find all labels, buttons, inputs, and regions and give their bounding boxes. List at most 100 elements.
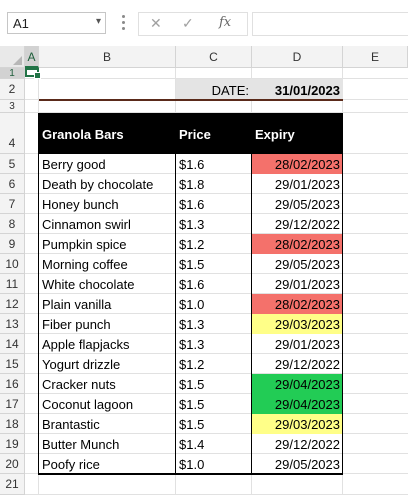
product-name-cell[interactable]: Yogurt drizzle <box>39 354 176 374</box>
product-name-cell-text: Berry good <box>42 157 106 172</box>
product-expiry-cell[interactable]: 29/03/2023 <box>252 314 343 334</box>
product-expiry-cell[interactable]: 29/05/2023 <box>252 254 343 274</box>
row-header-10[interactable]: 10 <box>0 254 25 274</box>
formula-input[interactable] <box>252 12 408 36</box>
product-expiry-cell-text: 29/12/2022 <box>274 357 340 372</box>
product-name-cell[interactable]: Cracker nuts <box>39 374 176 394</box>
product-expiry-cell[interactable]: 29/05/2023 <box>252 194 343 214</box>
header-price[interactable]: Price <box>176 113 252 154</box>
row-header-1[interactable]: 1 <box>0 68 25 79</box>
row-header-20[interactable]: 20 <box>0 454 25 474</box>
product-price-cell[interactable]: $1.5 <box>176 374 252 394</box>
product-name-cell[interactable]: Cinnamon swirl <box>39 214 176 234</box>
row-header-11[interactable]: 11 <box>0 274 25 294</box>
row-header-12[interactable]: 12 <box>0 294 25 314</box>
row-header-2[interactable]: 2 <box>0 79 25 100</box>
product-price-cell[interactable]: $1.2 <box>176 234 252 254</box>
product-price-cell-text: $1.6 <box>179 157 205 172</box>
product-price-cell[interactable]: $1.5 <box>176 394 252 414</box>
row-header-3[interactable]: 3 <box>0 100 25 113</box>
row-header-15[interactable]: 15 <box>0 354 25 374</box>
column-header-d[interactable]: D <box>252 46 343 68</box>
product-price-cell[interactable]: $1.6 <box>176 194 252 214</box>
column-header-b[interactable]: B <box>39 46 176 68</box>
date-label-cell[interactable]: DATE: <box>176 79 252 100</box>
product-price-cell[interactable]: $1.6 <box>176 154 252 174</box>
product-expiry-cell[interactable]: 29/12/2022 <box>252 214 343 234</box>
column-header-a[interactable]: A <box>25 46 39 68</box>
formula-buttons: ✕ ✓ fx <box>138 12 248 36</box>
product-name-cell[interactable]: White chocolate <box>39 274 176 294</box>
row-header-5[interactable]: 5 <box>0 154 25 174</box>
divider-b-c <box>175 154 176 474</box>
product-price-cell[interactable]: $1.6 <box>176 274 252 294</box>
product-expiry-cell[interactable]: 29/04/2023 <box>252 374 343 394</box>
product-price-cell[interactable]: $1.3 <box>176 334 252 354</box>
product-price-cell[interactable]: $1.3 <box>176 214 252 234</box>
row-header-7[interactable]: 7 <box>0 194 25 214</box>
product-expiry-cell[interactable]: 29/01/2023 <box>252 334 343 354</box>
row-header-18[interactable]: 18 <box>0 414 25 434</box>
row-header-4[interactable]: 4 <box>0 113 25 154</box>
row-header-8[interactable]: 8 <box>0 214 25 234</box>
product-name-cell[interactable]: Brantastic <box>39 414 176 434</box>
header-expiry[interactable]: Expiry <box>252 113 343 154</box>
product-price-cell[interactable]: $1.2 <box>176 354 252 374</box>
select-all-button[interactable] <box>0 46 25 68</box>
product-price-cell[interactable]: $1.5 <box>176 254 252 274</box>
product-name-cell[interactable]: Berry good <box>39 154 176 174</box>
product-name-cell-text: Apple flapjacks <box>42 337 130 352</box>
product-name-cell[interactable]: Apple flapjacks <box>39 334 176 354</box>
product-name-cell[interactable]: Morning coffee <box>39 254 176 274</box>
product-name-cell[interactable]: Plain vanilla <box>39 294 176 314</box>
product-name-cell[interactable]: Butter Munch <box>39 434 176 454</box>
product-name-cell[interactable]: Death by chocolate <box>39 174 176 194</box>
row-header-17[interactable]: 17 <box>0 394 25 414</box>
product-price-cell[interactable]: $1.4 <box>176 434 252 454</box>
product-expiry-cell[interactable]: 29/04/2023 <box>252 394 343 414</box>
product-price-cell-text: $1.3 <box>179 317 205 332</box>
product-expiry-cell[interactable]: 28/02/2023 <box>252 234 343 254</box>
drag-handle-icon[interactable] <box>122 14 126 32</box>
insert-function-icon[interactable]: fx <box>219 15 231 30</box>
chevron-down-icon[interactable]: ▾ <box>96 16 101 27</box>
row-header-6[interactable]: 6 <box>0 174 25 194</box>
product-name-cell-text: Pumpkin spice <box>42 237 127 252</box>
check-icon[interactable]: ✓ <box>182 15 194 32</box>
product-name-cell[interactable]: Coconut lagoon <box>39 394 176 414</box>
product-price-cell[interactable]: $1.3 <box>176 314 252 334</box>
row-header-21[interactable]: 21 <box>0 474 25 495</box>
product-expiry-cell[interactable]: 28/02/2023 <box>252 294 343 314</box>
product-expiry-cell[interactable]: 29/03/2023 <box>252 414 343 434</box>
name-box[interactable]: A1 ▾ <box>7 12 106 34</box>
product-price-cell[interactable]: $1.0 <box>176 294 252 314</box>
product-price-cell-text: $1.8 <box>179 177 205 192</box>
column-header-e[interactable]: E <box>343 46 408 68</box>
column-header-c[interactable]: C <box>176 46 252 68</box>
row-header-13[interactable]: 13 <box>0 314 25 334</box>
product-expiry-cell[interactable]: 29/01/2023 <box>252 274 343 294</box>
date-value-cell[interactable]: 31/01/2023 <box>252 79 343 100</box>
product-price-cell[interactable]: $1.0 <box>176 454 252 474</box>
product-name-cell[interactable]: Poofy rice <box>39 454 176 474</box>
product-price-cell[interactable]: $1.5 <box>176 414 252 434</box>
row-header-9[interactable]: 9 <box>0 234 25 254</box>
header-price-text: Price <box>179 127 211 142</box>
product-expiry-cell[interactable]: 29/12/2022 <box>252 434 343 454</box>
row-header-19[interactable]: 19 <box>0 434 25 454</box>
row-header-16[interactable]: 16 <box>0 374 25 394</box>
header-product[interactable]: Granola Bars <box>39 113 176 154</box>
fill-handle[interactable] <box>34 72 41 79</box>
product-price-cell-text: $1.3 <box>179 337 205 352</box>
product-price-cell-text: $1.2 <box>179 237 205 252</box>
product-expiry-cell[interactable]: 29/12/2022 <box>252 354 343 374</box>
product-expiry-cell[interactable]: 29/05/2023 <box>252 454 343 474</box>
product-price-cell[interactable]: $1.8 <box>176 174 252 194</box>
cancel-icon[interactable]: ✕ <box>150 15 162 32</box>
product-name-cell[interactable]: Honey bunch <box>39 194 176 214</box>
product-name-cell[interactable]: Fiber punch <box>39 314 176 334</box>
product-name-cell[interactable]: Pumpkin spice <box>39 234 176 254</box>
row-header-14[interactable]: 14 <box>0 334 25 354</box>
product-expiry-cell[interactable]: 29/01/2023 <box>252 174 343 194</box>
product-expiry-cell[interactable]: 28/02/2023 <box>252 154 343 174</box>
